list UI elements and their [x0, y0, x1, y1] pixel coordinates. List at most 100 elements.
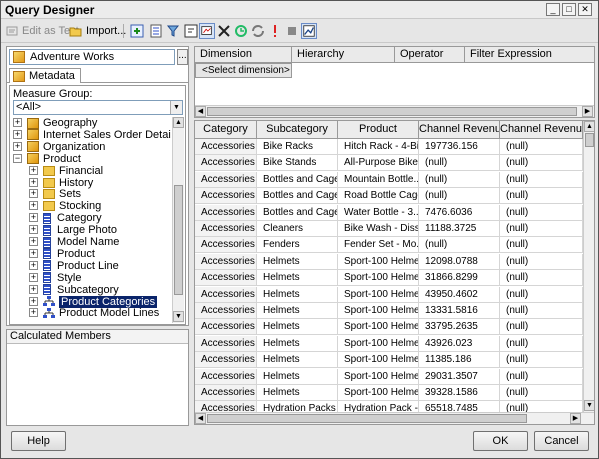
table-cell[interactable]: (null) [500, 286, 583, 303]
tree-node[interactable]: + Geography [13, 117, 97, 129]
tree-node[interactable]: + Style [29, 272, 81, 284]
scroll-thumb[interactable] [174, 185, 183, 295]
table-row[interactable]: AccessoriesHelmetsSport-100 Helme...4395… [195, 286, 583, 303]
table-cell[interactable]: Accessories [195, 368, 257, 385]
edit-as-text-button[interactable]: Edit as Text [5, 23, 79, 39]
table-cell[interactable]: (null) [500, 270, 583, 287]
table-cell[interactable]: 11385.186 [419, 352, 500, 369]
table-cell[interactable]: (null) [500, 237, 583, 254]
help-button[interactable]: Help [11, 431, 66, 451]
tree-node[interactable]: − Product [13, 153, 81, 165]
cancel-query-icon[interactable] [284, 23, 300, 39]
show-aggregations-icon[interactable] [183, 23, 199, 39]
table-cell[interactable]: Accessories [195, 204, 257, 221]
table-cell[interactable]: Accessories [195, 335, 257, 352]
table-row[interactable]: AccessoriesHelmetsSport-100 Helme...3186… [195, 270, 583, 287]
tree-scrollbar[interactable]: ▲ ▼ [172, 117, 184, 323]
scroll-down-icon[interactable]: ▼ [173, 311, 184, 322]
expand-icon[interactable]: + [13, 129, 22, 139]
maximize-button[interactable]: □ [562, 3, 576, 16]
table-cell[interactable]: (null) [500, 303, 583, 319]
scroll-right-icon[interactable]: ▶ [582, 106, 593, 117]
table-cell[interactable]: Bottles and Cages [257, 188, 338, 205]
column-header-category[interactable]: Category [195, 121, 257, 139]
refresh-icon[interactable] [250, 23, 266, 39]
table-cell[interactable]: (null) [500, 171, 583, 188]
table-cell[interactable]: Accessories [195, 221, 257, 237]
scroll-up-icon[interactable]: ▲ [173, 117, 184, 128]
tree-node[interactable]: + Subcategory [29, 284, 119, 296]
table-row[interactable]: AccessoriesCleanersBike Wash - Diss...11… [195, 221, 583, 237]
table-cell[interactable]: (null) [500, 368, 583, 385]
table-cell[interactable]: Accessories [195, 155, 257, 172]
execute-icon[interactable] [267, 23, 283, 39]
table-cell[interactable]: (null) [500, 319, 583, 336]
table-cell[interactable]: 33795.2635 [419, 319, 500, 336]
tree-node[interactable]: + Category [29, 212, 102, 224]
table-row[interactable]: AccessoriesHelmetsSport-100 Helme...2903… [195, 368, 583, 385]
show-empty-cells-icon[interactable] [148, 23, 164, 39]
auto-execute-icon[interactable] [165, 23, 181, 39]
table-cell[interactable]: Helmets [257, 319, 338, 336]
expand-icon[interactable]: + [29, 213, 38, 223]
grid-scroll-up-icon[interactable]: ▲ [584, 121, 594, 132]
table-cell[interactable]: 12098.0788 [419, 253, 500, 270]
chart-view-icon[interactable] [301, 23, 317, 39]
table-cell[interactable]: Helmets [257, 286, 338, 303]
table-row[interactable]: AccessoriesHelmetsSport-100 Helme...1209… [195, 253, 583, 270]
table-cell[interactable]: Helmets [257, 253, 338, 270]
table-cell[interactable]: Accessories [195, 237, 257, 254]
table-row[interactable]: AccessoriesHelmetsSport-100 Helme...3379… [195, 319, 583, 336]
tree-node[interactable]: + Model Name [29, 236, 119, 248]
column-header-subcategory[interactable]: Subcategory [257, 121, 338, 139]
table-cell[interactable]: Accessories [195, 253, 257, 270]
table-cell[interactable]: 31866.8299 [419, 270, 500, 287]
filter-hscrollbar[interactable]: ◀ ▶ [195, 105, 594, 117]
expand-icon[interactable]: + [13, 118, 22, 127]
expand-icon[interactable]: + [29, 260, 38, 270]
table-cell[interactable]: Helmets [257, 303, 338, 319]
add-calculated-member-icon[interactable] [129, 23, 145, 39]
table-cell[interactable]: 29031.3507 [419, 368, 500, 385]
table-row[interactable]: Accessories Bottles and Cages Water Bottle… [195, 204, 583, 221]
table-cell[interactable]: Fender Set - Mo... [338, 237, 419, 254]
table-cell[interactable]: (null) [500, 139, 583, 155]
column-header-channel-revenue-2[interactable]: Channel Revenu... [500, 121, 583, 139]
table-cell[interactable]: Accessories [195, 270, 257, 287]
expand-icon[interactable]: + [29, 201, 38, 211]
table-cell[interactable]: Sport-100 Helme... [338, 352, 419, 369]
table-cell[interactable]: (null) [419, 237, 500, 254]
table-cell[interactable]: (null) [500, 385, 583, 401]
table-cell[interactable]: 11188.3725 [419, 221, 500, 237]
table-row[interactable]: Accessories Bottles and Cages Mountain Bot… [195, 171, 583, 188]
grid-vscrollbar[interactable]: ▲ ▼ [583, 121, 594, 412]
grid-scroll-right-icon[interactable]: ▶ [570, 413, 581, 424]
table-cell[interactable]: Helmets [257, 385, 338, 401]
grid-scroll-left-icon[interactable]: ◀ [195, 413, 206, 424]
expand-icon[interactable]: + [29, 225, 38, 235]
close-button[interactable]: ✕ [578, 3, 592, 16]
table-cell[interactable]: Bike Racks [257, 139, 338, 155]
table-cell[interactable]: Helmets [257, 368, 338, 385]
browse-cube-button[interactable]: ... [177, 49, 188, 65]
expand-icon[interactable]: + [29, 177, 38, 187]
filter-scroll-thumb[interactable] [207, 107, 577, 116]
table-cell[interactable]: Helmets [257, 335, 338, 352]
table-cell[interactable]: Mountain Bottle... [338, 171, 419, 188]
table-cell[interactable]: Cleaners [257, 221, 338, 237]
expand-icon[interactable]: + [29, 189, 38, 199]
table-cell[interactable]: Hitch Rack - 4-Bi... [338, 139, 419, 155]
table-cell[interactable]: Accessories [195, 319, 257, 336]
select-dimension-cell[interactable]: <Select dimension> [195, 63, 292, 78]
tree-node[interactable]: + Internet Sales Order Details [13, 129, 171, 141]
table-row[interactable]: AccessoriesHelmetsSport-100 Helme...1138… [195, 352, 583, 369]
tree-node[interactable]: + Product Line [29, 260, 119, 272]
table-cell[interactable]: 197736.156 [419, 139, 500, 155]
table-cell[interactable]: Accessories [195, 352, 257, 369]
expand-icon[interactable]: + [13, 141, 22, 151]
column-header-product[interactable]: Product [338, 121, 419, 139]
prepare-query-icon[interactable] [233, 23, 249, 39]
design-mode-icon[interactable] [199, 23, 215, 39]
import-button[interactable]: Import... [69, 23, 126, 39]
table-row[interactable]: AccessoriesBike RacksHitch Rack - 4-Bi..… [195, 139, 583, 155]
